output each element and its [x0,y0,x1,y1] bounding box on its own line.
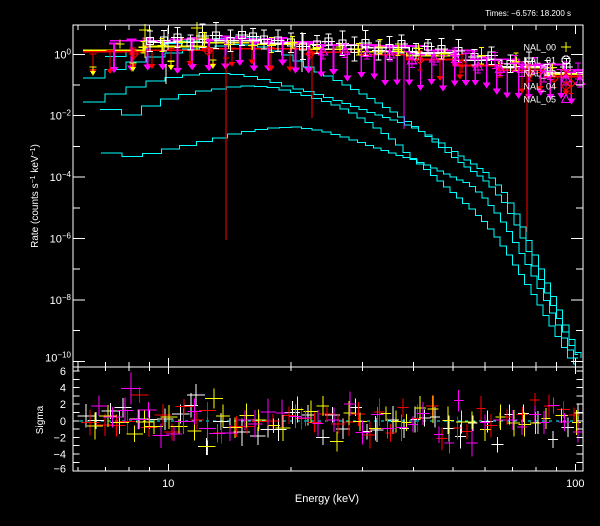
svg-text:Rate (counts s−1 keV−1): Rate (counts s−1 keV−1) [30,144,41,248]
svg-text:−2: −2 [53,432,66,444]
svg-text:0: 0 [60,416,66,428]
svg-text:NAL_02: NAL_02 [523,69,556,79]
svg-text:Sigma: Sigma [35,405,46,434]
svg-text:−6: −6 [53,464,66,476]
svg-text:100: 100 [566,478,584,490]
svg-text:NAL_01: NAL_01 [523,56,556,66]
svg-text:NAL_04: NAL_04 [523,82,556,92]
svg-text:−4: −4 [53,449,66,461]
svg-text:4: 4 [60,383,66,395]
svg-text:NAL_00: NAL_00 [523,43,556,53]
svg-text:Energy (keV): Energy (keV) [295,493,359,505]
svg-text:6: 6 [60,366,66,378]
svg-text:Times: −6.576: 18.200 s: Times: −6.576: 18.200 s [485,9,571,18]
svg-text:10: 10 [162,478,174,490]
svg-text:NAL_05: NAL_05 [523,95,556,105]
svg-text:2: 2 [60,399,66,411]
